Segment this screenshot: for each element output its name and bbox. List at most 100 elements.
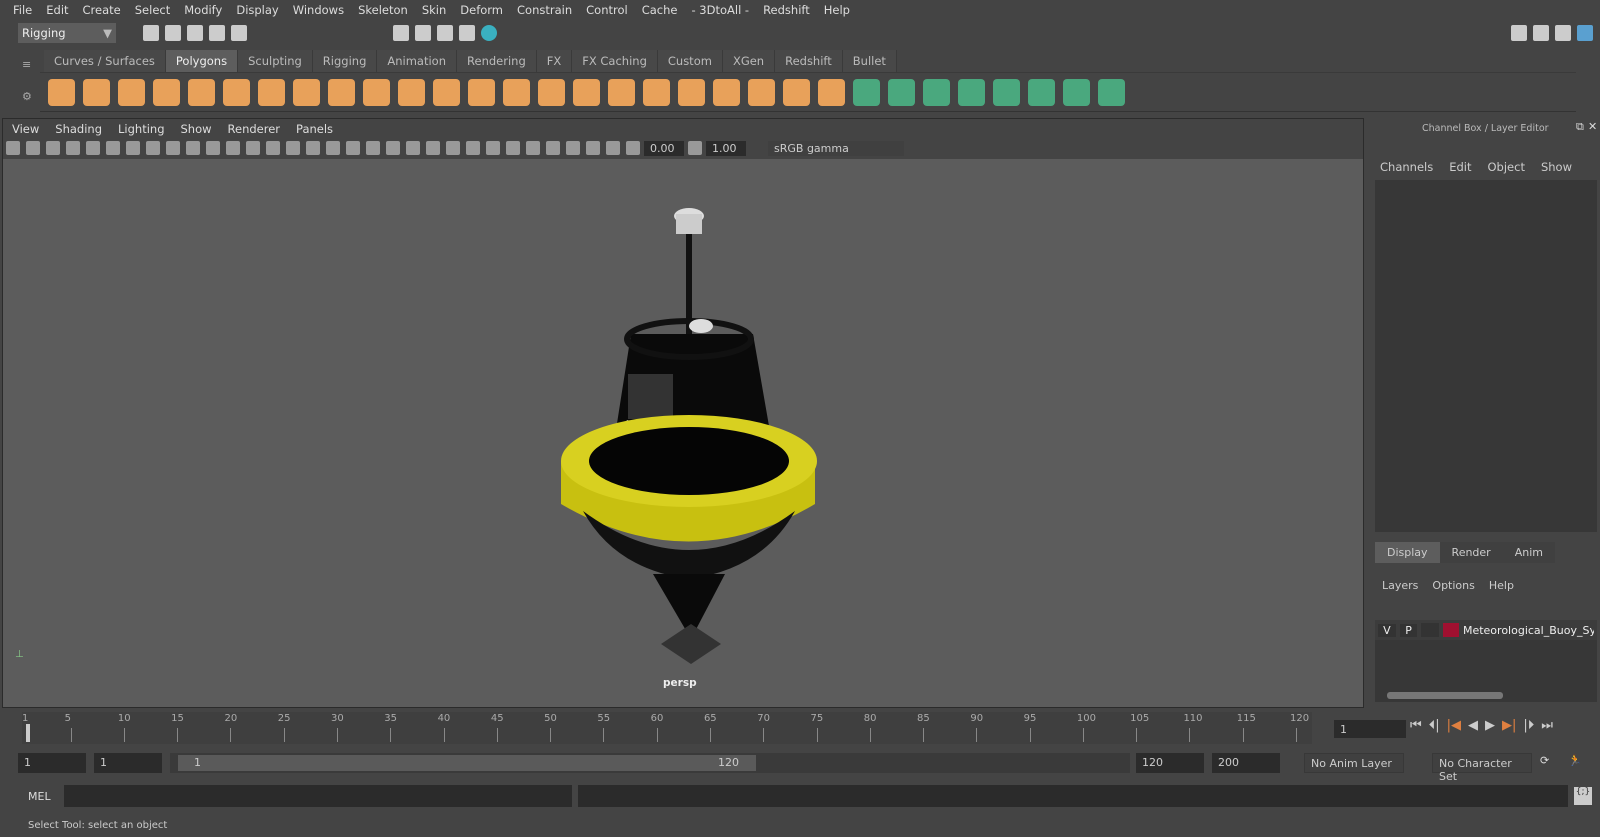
viewport-menu-lighting[interactable]: Lighting <box>110 122 172 136</box>
play-backwards-icon[interactable]: ◀ <box>1468 718 1478 733</box>
play-forwards-icon[interactable]: ▶ <box>1485 718 1495 733</box>
viewport-tool-20-icon[interactable] <box>406 141 420 155</box>
viewport-tool-0-icon[interactable] <box>6 141 20 155</box>
new-scene-icon[interactable] <box>143 25 159 41</box>
viewport-tool-24-icon[interactable] <box>486 141 500 155</box>
viewport-tool-8-icon[interactable] <box>166 141 180 155</box>
current-frame-field[interactable]: 1 <box>1334 720 1406 738</box>
symmetry-icon[interactable] <box>1098 78 1125 106</box>
tab-rigging[interactable]: Rigging <box>312 50 378 72</box>
close-icon[interactable]: ✕ <box>1588 120 1597 133</box>
poly-pyramid-icon[interactable] <box>258 78 285 106</box>
viewport-tool-3-icon[interactable] <box>66 141 80 155</box>
layer-menu-options[interactable]: Options <box>1432 579 1474 592</box>
tab-animation[interactable]: Animation <box>377 50 458 72</box>
viewport-menu-show[interactable]: Show <box>173 122 220 136</box>
go-to-end-icon[interactable]: ⏭ <box>1541 718 1553 733</box>
channel-menu-object[interactable]: Object <box>1488 160 1525 174</box>
start-time-field[interactable]: 1 <box>18 753 86 773</box>
menuset-dropdown[interactable]: Rigging ▼ <box>18 23 116 43</box>
anim-start-field[interactable]: 1 <box>94 753 162 773</box>
playback-toggle[interactable]: P <box>1399 623 1418 637</box>
combine-icon[interactable] <box>328 78 355 106</box>
viewport-tool-6-icon[interactable] <box>126 141 140 155</box>
viewport-tool-4-icon[interactable] <box>86 141 100 155</box>
bridge-icon[interactable] <box>538 78 565 106</box>
viewport-tool-27-icon[interactable] <box>546 141 560 155</box>
step-back-key-icon[interactable]: |◀ <box>1447 718 1461 733</box>
viewport-tool-25-icon[interactable] <box>506 141 520 155</box>
viewport-tool-17-icon[interactable] <box>346 141 360 155</box>
channel-menu-channels[interactable]: Channels <box>1380 160 1433 174</box>
multi-cut-icon[interactable] <box>573 78 600 106</box>
select-shell-icon[interactable] <box>958 78 985 106</box>
undo-icon[interactable] <box>209 25 225 41</box>
viewport-menu-panels[interactable]: Panels <box>288 122 341 136</box>
time-slider[interactable]: 1 5 10 15 20 25 30 35 40 45 50 55 60 65 70 75 80 85 90 95 10… <box>22 712 1312 744</box>
anim-prefs-icon[interactable]: 🏃 <box>1568 754 1582 767</box>
cut-uv-icon[interactable] <box>748 78 775 106</box>
anim-end-field[interactable]: 200 <box>1212 753 1280 773</box>
layer-row[interactable]: V P Meteorological_Buoy_Sy <box>1375 620 1597 640</box>
color-space-dropdown[interactable]: sRGB gamma <box>768 140 904 156</box>
viewport-tool-5-icon[interactable] <box>106 141 120 155</box>
menu-help[interactable]: Help <box>817 3 857 17</box>
tab-fx-caching[interactable]: FX Caching <box>572 50 658 72</box>
modeling-toolkit-icon[interactable] <box>1511 25 1527 41</box>
reference-toggle[interactable] <box>1421 623 1440 637</box>
viewport-menu-renderer[interactable]: Renderer <box>220 122 289 136</box>
select-edge-loop-icon[interactable] <box>853 78 880 106</box>
script-editor-icon[interactable]: {;} <box>1574 787 1592 805</box>
menu-constrain[interactable]: Constrain <box>510 3 579 17</box>
viewport-tool-7-icon[interactable] <box>146 141 160 155</box>
menu-skeleton[interactable]: Skeleton <box>351 3 415 17</box>
poly-sphere-icon[interactable] <box>48 78 75 106</box>
viewport-tool-9-icon[interactable] <box>186 141 200 155</box>
tab-bullet[interactable]: Bullet <box>842 50 897 72</box>
tab-custom[interactable]: Custom <box>657 50 723 72</box>
3d-viewport[interactable]: persp ⊥ <box>3 159 1363 707</box>
range-slider-bar[interactable] <box>178 755 756 771</box>
ipr-render-icon[interactable] <box>437 25 453 41</box>
redo-icon[interactable] <box>231 25 247 41</box>
planar-map-icon[interactable] <box>713 78 740 106</box>
layer-menu-layers[interactable]: Layers <box>1382 579 1418 592</box>
tool-settings-icon[interactable] <box>1555 25 1571 41</box>
hypershade-icon[interactable] <box>481 25 497 41</box>
step-forward-icon[interactable]: |⏵ <box>1523 718 1534 733</box>
command-language-label[interactable]: MEL <box>28 790 51 803</box>
uv-icon[interactable] <box>678 78 705 106</box>
menu-select[interactable]: Select <box>128 3 177 17</box>
menu-control[interactable]: Control <box>579 3 635 17</box>
menu-create[interactable]: Create <box>76 3 128 17</box>
viewport-menu-view[interactable]: View <box>4 122 47 136</box>
layer-name[interactable]: Meteorological_Buoy_Sy <box>1463 624 1594 637</box>
select-ring-icon[interactable] <box>888 78 915 106</box>
separate-icon[interactable] <box>363 78 390 106</box>
open-scene-icon[interactable] <box>165 25 181 41</box>
viewport-tool-14-icon[interactable] <box>286 141 300 155</box>
tab-redshift[interactable]: Redshift <box>775 50 843 72</box>
tab-rendering[interactable]: Rendering <box>457 50 537 72</box>
viewport-tool-29-icon[interactable] <box>586 141 600 155</box>
menu-cache[interactable]: Cache <box>635 3 685 17</box>
delete-history-icon[interactable] <box>1028 78 1055 106</box>
anim-layer-dropdown[interactable]: No Anim Layer <box>1304 753 1404 773</box>
poly-pipe-icon[interactable] <box>293 78 320 106</box>
viewport-tool-13-icon[interactable] <box>266 141 280 155</box>
render-frame-icon[interactable] <box>415 25 431 41</box>
channel-menu-show[interactable]: Show <box>1541 160 1572 174</box>
viewport-tool-22-icon[interactable] <box>446 141 460 155</box>
menu-3dtoall[interactable]: - 3DtoAll - <box>684 3 756 17</box>
channel-box-icon[interactable] <box>1577 25 1593 41</box>
float-icon[interactable]: ⧉ <box>1576 120 1584 134</box>
command-input[interactable] <box>64 785 572 807</box>
character-set-dropdown[interactable]: No Character Set <box>1432 753 1532 783</box>
viewport-tool-11-icon[interactable] <box>226 141 240 155</box>
viewport-tool-19-icon[interactable] <box>386 141 400 155</box>
gamma-field[interactable]: 1.00 <box>706 140 746 156</box>
target-weld-icon[interactable] <box>608 78 635 106</box>
tab-polygons[interactable]: Polygons <box>165 50 239 72</box>
render-view-icon[interactable] <box>393 25 409 41</box>
viewport-tool-18-icon[interactable] <box>366 141 380 155</box>
